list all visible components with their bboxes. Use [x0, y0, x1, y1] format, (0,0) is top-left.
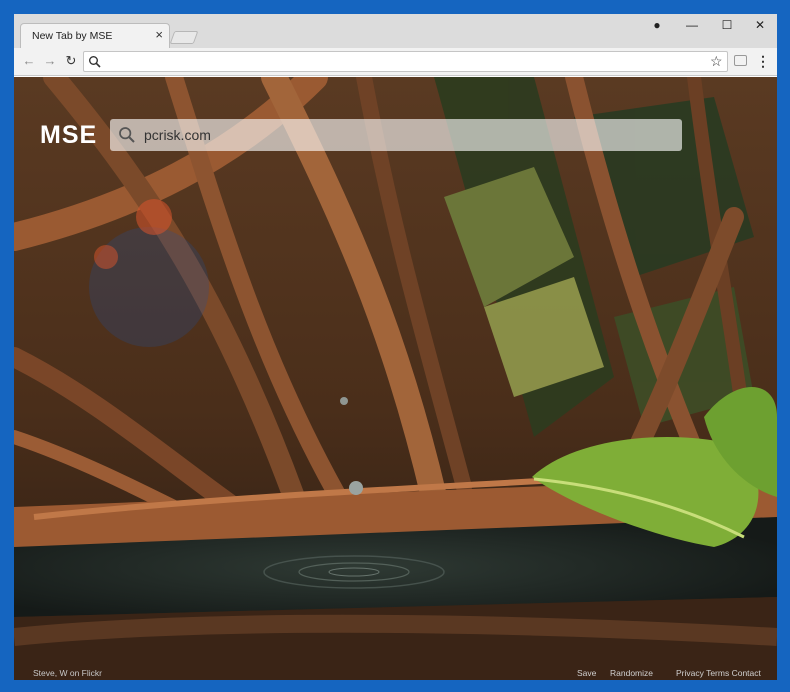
privacy-terms-contact-links[interactable]: Privacy Terms Contact	[676, 668, 761, 678]
background-photo	[14, 77, 777, 680]
close-button[interactable]: ✕	[743, 14, 777, 36]
brand-logo: MSE	[40, 121, 98, 149]
search-input[interactable]	[144, 123, 664, 147]
address-bar[interactable]	[83, 51, 728, 72]
save-link[interactable]: Save	[577, 668, 596, 678]
tab-close-icon[interactable]: ×	[155, 28, 163, 42]
extension-icon[interactable]	[734, 55, 747, 66]
new-tab-page: MSE Steve, W on Flickr Save Randomize Pr…	[14, 77, 777, 680]
profile-icon[interactable]: ●	[640, 14, 674, 36]
kebab-menu-icon[interactable]: ⋮	[756, 53, 770, 69]
star-icon[interactable]: ☆	[710, 53, 723, 69]
search-box[interactable]	[110, 119, 682, 151]
tab-title: New Tab by MSE	[32, 30, 113, 42]
search-icon	[119, 127, 135, 143]
maximize-button[interactable]: ☐	[710, 14, 744, 36]
back-icon[interactable]: ←	[21, 53, 37, 69]
forward-icon[interactable]: →	[42, 53, 58, 69]
title-bar: New Tab by MSE × ● — ☐ ✕	[14, 14, 777, 48]
randomize-link[interactable]: Randomize	[610, 668, 653, 678]
tab-new-tab[interactable]: New Tab by MSE ×	[20, 23, 170, 48]
reload-icon[interactable]: ↻	[63, 53, 79, 69]
minimize-button[interactable]: —	[675, 14, 709, 36]
search-icon	[89, 56, 101, 68]
browser-window: New Tab by MSE × ● — ☐ ✕ ← → ↻ ☆ ⋮ MSE p…	[14, 14, 777, 680]
new-tab-button[interactable]	[169, 31, 199, 44]
photo-credit[interactable]: Steve, W on Flickr	[33, 668, 102, 678]
browser-toolbar: ← → ↻ ☆ ⋮	[14, 48, 777, 76]
desktop-frame: New Tab by MSE × ● — ☐ ✕ ← → ↻ ☆ ⋮ MSE p…	[0, 0, 790, 692]
